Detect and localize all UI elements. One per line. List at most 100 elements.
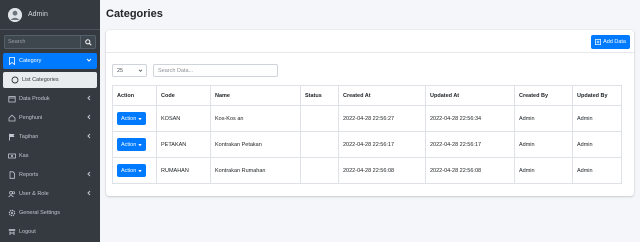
chevron-down-icon (138, 68, 143, 73)
created-at-cell: 2022-04-28 22:56:27 (338, 105, 426, 132)
search-button[interactable] (80, 35, 96, 49)
page-size-select[interactable]: 25 (112, 64, 147, 77)
file-icon (8, 171, 16, 179)
column-header[interactable]: Code (156, 85, 211, 106)
sidebar-item-label: Data Produk (19, 96, 50, 102)
table-row: Action RUMAHAN Kontrakan Rumahan 2022-04… (112, 157, 622, 184)
flag-icon (8, 133, 16, 141)
updated-at-cell: 2022-04-28 22:56:34 (425, 105, 515, 132)
sidebar-item-tagihan[interactable]: Tagihan (3, 129, 97, 145)
chevron-left-icon (86, 114, 92, 120)
name-cell: Kontrakan Petakan (210, 131, 301, 158)
sidebar-item-user-role[interactable]: User & Role (3, 186, 97, 202)
chevron-left-icon (86, 190, 92, 196)
gear-icon (8, 209, 16, 217)
status-cell (300, 131, 339, 158)
sidebar-item-penghuni[interactable]: Penghuni (3, 110, 97, 126)
action-label: Action (121, 141, 137, 148)
search-icon (84, 38, 92, 46)
categories-card: Add Data 25 Action Code Name Status Crea… (106, 30, 634, 196)
house-icon (8, 114, 16, 122)
user-panel[interactable]: Admin (0, 0, 100, 30)
updated-at-cell: 2022-04-28 22:56:08 (425, 157, 515, 184)
status-cell (300, 105, 339, 132)
code-cell: KOSAN (156, 105, 211, 132)
sidebar-item-label: General Settings (19, 210, 60, 216)
page-size-value: 25 (117, 67, 124, 74)
sidebar-item-category[interactable]: Category (3, 53, 97, 69)
updated-by-cell: Admin (572, 105, 622, 132)
money-icon (8, 152, 16, 160)
action-dropdown-button[interactable]: Action (117, 138, 147, 151)
code-cell: RUMAHAN (156, 157, 211, 184)
column-header[interactable]: Updated At (425, 85, 515, 106)
sidebar-item-kas[interactable]: Kas (3, 148, 97, 164)
bookmark-icon (8, 57, 16, 65)
column-header[interactable]: Action (112, 85, 157, 106)
column-header[interactable]: Created By (514, 85, 573, 106)
sidebar-item-data-produk[interactable]: Data Produk (3, 91, 97, 107)
main-content: Categories Add Data 25 Action Code Name … (100, 0, 640, 242)
categories-table: Action Code Name Status Created At Updat… (112, 85, 622, 184)
table-controls: 25 (112, 64, 278, 77)
sidebar-item-list-categories[interactable]: List Categories (3, 72, 97, 88)
action-label: Action (121, 167, 137, 174)
chevron-left-icon (86, 133, 92, 139)
box-icon (8, 95, 16, 103)
updated-at-cell: 2022-04-28 22:56:17 (425, 131, 515, 158)
add-data-label: Add Data (603, 39, 626, 45)
name-cell: Kontrakan Rumahan (210, 157, 301, 184)
created-at-cell: 2022-04-28 22:56:17 (338, 131, 426, 158)
page-title: Categories (106, 8, 163, 20)
table-search-input[interactable] (153, 64, 278, 77)
table-header-row: Action Code Name Status Created At Updat… (112, 85, 622, 106)
sidebar-item-label: Reports (19, 172, 39, 178)
circle-icon (11, 76, 19, 84)
action-dropdown-button[interactable]: Action (117, 164, 147, 177)
created-by-cell: Admin (514, 105, 573, 132)
sidebar-search (4, 35, 96, 49)
created-by-cell: Admin (514, 157, 573, 184)
chevron-left-icon (86, 171, 92, 177)
column-header[interactable]: Name (210, 85, 301, 106)
sidebar-item-label: Logout (19, 229, 36, 235)
column-header[interactable]: Created At (338, 85, 426, 106)
sidebar-item-label: Tagihan (19, 134, 39, 140)
sidebar-item-general-settings[interactable]: General Settings (3, 205, 97, 221)
sidebar-item-reports[interactable]: Reports (3, 167, 97, 183)
sidebar: Admin Category List Categories Data Prod… (0, 0, 100, 242)
action-cell: Action (112, 157, 157, 184)
sidebar-search-input[interactable] (4, 35, 80, 49)
add-data-button[interactable]: Add Data (591, 35, 630, 49)
sidebar-item-label: Kas (19, 153, 29, 159)
column-header[interactable]: Updated By (572, 85, 622, 106)
updated-by-cell: Admin (572, 157, 622, 184)
avatar-icon (8, 7, 22, 22)
updated-by-cell: Admin (572, 131, 622, 158)
created-at-cell: 2022-04-28 22:56:08 (338, 157, 426, 184)
status-cell (300, 157, 339, 184)
logout-icon (8, 228, 16, 236)
created-by-cell: Admin (514, 131, 573, 158)
user-name: Admin (28, 11, 48, 18)
card-header: Add Data (106, 30, 634, 53)
column-header[interactable]: Status (300, 85, 339, 106)
sidebar-item-label: List Categories (22, 77, 59, 83)
caret-down-icon (138, 143, 142, 146)
action-cell: Action (112, 131, 157, 158)
name-cell: Kos-Kos an (210, 105, 301, 132)
sidebar-item-logout[interactable]: Logout (3, 224, 97, 240)
caret-down-icon (138, 169, 142, 172)
users-icon (8, 190, 16, 198)
action-label: Action (121, 115, 137, 122)
chevron-down-icon (86, 57, 92, 63)
chevron-left-icon (86, 95, 92, 101)
sidebar-item-label: Penghuni (19, 115, 43, 121)
caret-down-icon (138, 117, 142, 120)
sidebar-nav: Category List Categories Data Produk Pen… (0, 53, 100, 240)
sidebar-item-label: Category (19, 58, 42, 64)
plus-square-icon (595, 39, 602, 45)
table-row: Action KOSAN Kos-Kos an 2022-04-28 22:56… (112, 105, 622, 132)
action-dropdown-button[interactable]: Action (117, 112, 147, 125)
action-cell: Action (112, 105, 157, 132)
